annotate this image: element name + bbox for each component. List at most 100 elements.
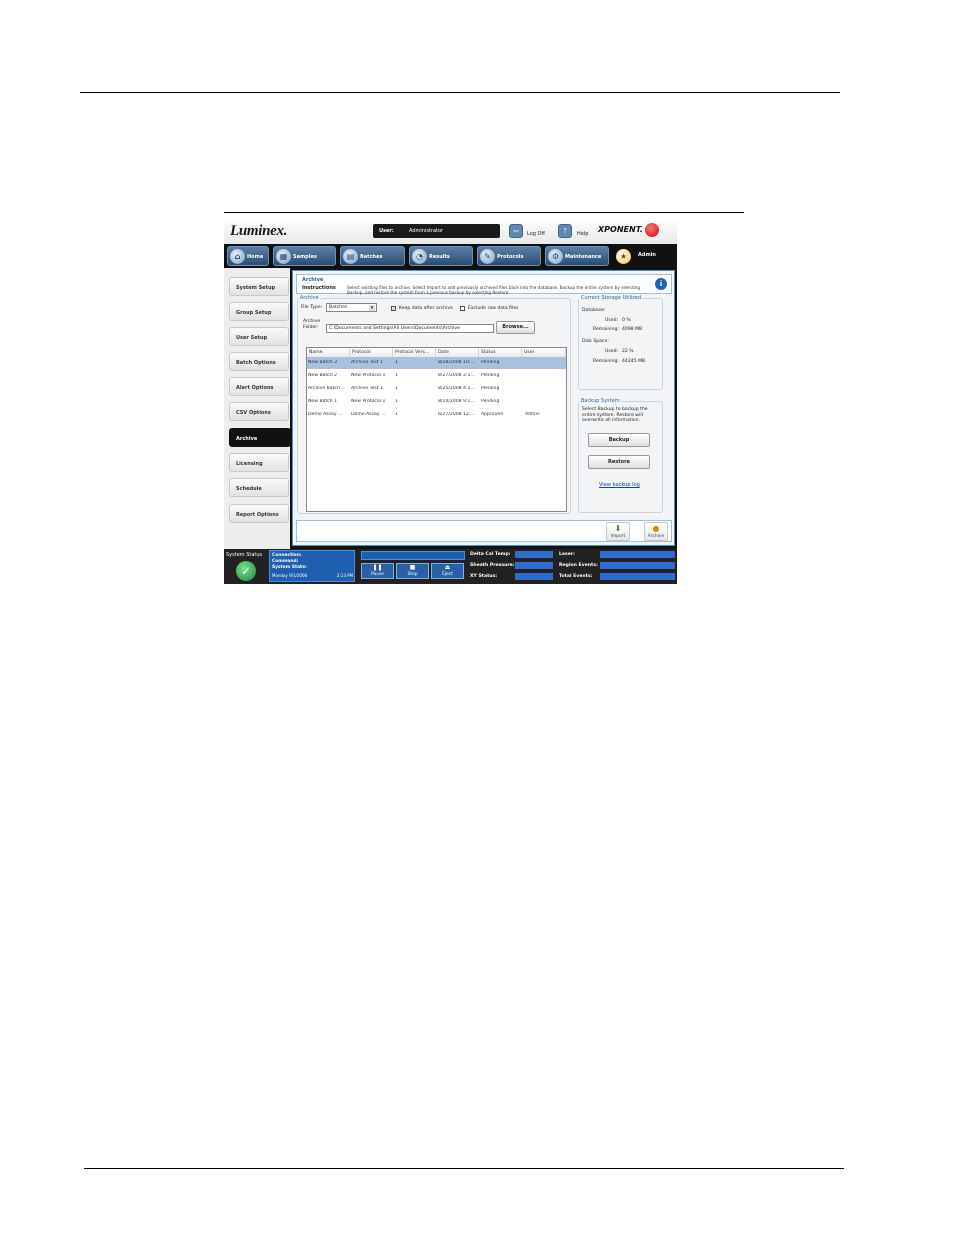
status-light-icon [645, 223, 659, 237]
table-row[interactable]: Archive Batch ... Archive Test 1 1 8/25/… [307, 383, 566, 395]
import-label: Import [610, 534, 626, 539]
import-button[interactable]: ⬇ Import [606, 522, 630, 541]
column-header-protocol[interactable]: Protocol [350, 348, 393, 357]
laser-meter [600, 551, 675, 558]
restore-button[interactable]: Restore [588, 455, 650, 469]
sidebar-item-licensing[interactable]: Licensing [229, 453, 289, 472]
sidebar-item-system-setup[interactable]: System Setup [229, 277, 289, 296]
exclude-raw-label: Exclude raw data files [468, 306, 519, 311]
status-date: Monday 9/1/2008 [272, 573, 308, 578]
sidebar-item-report-options[interactable]: Report Options [229, 504, 289, 523]
db-used-label: Used: [605, 318, 619, 323]
xponent-window: Luminex. User: Administrator ⇦ Log Off ?… [224, 220, 677, 584]
tab-results[interactable]: ◔ Results [409, 246, 473, 266]
cell-version: 1 [395, 412, 398, 417]
chevron-down-icon: ▾ [369, 305, 375, 311]
pause-label: Pause [371, 572, 384, 577]
instructions-title: Instructions [302, 285, 336, 291]
archive-table: Name Protocol Protocol Vers... Date Stat… [306, 347, 567, 512]
backup-button[interactable]: Backup [588, 433, 650, 447]
disk-remaining-label: Remaining: [593, 359, 619, 364]
tab-admin[interactable]: ★ Admin [613, 246, 675, 266]
delta-cal-temp-label: Delta Cal Temp: [470, 552, 511, 557]
archive-folder-input[interactable]: C:\Documents and Settings\All Users\Docu… [326, 324, 494, 333]
sidebar-item-csv-options[interactable]: CSV Options [229, 402, 289, 421]
cell-status: Pending [481, 399, 500, 404]
sidebar-item-schedule[interactable]: Schedule [229, 478, 289, 497]
column-header-name[interactable]: Name [307, 348, 350, 357]
keep-data-checkbox[interactable]: ✓ [391, 306, 396, 311]
main-area: Archive Instructions Select existing fil… [290, 268, 677, 549]
exclude-raw-checkbox[interactable] [460, 306, 465, 311]
table-row[interactable]: Demo Assay ... Demo Assay ... 1 6/27/200… [307, 409, 566, 421]
database-label: Database: [582, 308, 606, 313]
luminex-logo: Luminex. [230, 223, 288, 239]
column-header-date[interactable]: Date [436, 348, 479, 357]
admin-sidebar: System Setup Group Setup User Setup Batc… [224, 268, 291, 549]
keep-data-label: Keep data after archive [399, 306, 453, 311]
column-header-status[interactable]: Status [479, 348, 522, 357]
eject-button[interactable]: ⏏ Eject [431, 563, 464, 579]
xy-status-meter [515, 573, 553, 580]
table-row[interactable]: New Batch 3 Archive Test 1 1 8/28/2008 1… [307, 357, 566, 369]
tab-samples-label: Samples [293, 254, 317, 260]
logoff-button[interactable]: Log Off [527, 231, 545, 237]
sidebar-item-alert-options[interactable]: Alert Options [229, 377, 289, 396]
sidebar-item-group-setup[interactable]: Group Setup [229, 302, 289, 321]
samples-icon: ▦ [276, 249, 291, 264]
cell-name: New Batch 1 [308, 399, 338, 404]
cell-protocol: Demo Assay ... [351, 412, 386, 417]
pause-button[interactable]: ❚❚ Pause [361, 563, 394, 579]
stop-button[interactable]: ■ Stop [396, 563, 429, 579]
import-icon: ⬇ [614, 524, 622, 533]
results-icon: ◔ [412, 249, 427, 264]
archive-label: Archive [647, 534, 665, 539]
sidebar-item-user-setup[interactable]: User Setup [229, 327, 289, 346]
tab-home[interactable]: ⌂ Home [227, 246, 269, 266]
archive-icon: ● [652, 524, 660, 533]
browse-button[interactable]: Browse... [496, 321, 535, 334]
eject-label: Eject [442, 572, 453, 577]
tab-maintenance[interactable]: ⚙ Maintenance [545, 246, 609, 266]
delta-cal-temp-meter [515, 551, 553, 558]
archive-group-label: Archive [299, 295, 320, 301]
backup-group-label: Backup System [580, 398, 621, 404]
total-events-meter [600, 573, 675, 580]
column-header-user[interactable]: User [522, 348, 566, 357]
tab-samples[interactable]: ▦ Samples [273, 246, 336, 266]
cell-status: Pending [481, 373, 500, 378]
table-row[interactable]: New Batch 2 New Protocol 1 1 8/27/2008 2… [307, 370, 566, 382]
cell-version: 1 [395, 373, 398, 378]
archive-folder-value: C:\Documents and Settings\All Users\Docu… [329, 326, 460, 331]
tab-home-label: Home [247, 254, 264, 260]
cell-date: 6/27/2008 12:... [438, 412, 475, 417]
file-type-label: File Type: [301, 305, 323, 310]
view-backup-log-link[interactable]: View backup log [599, 482, 640, 488]
sidebar-item-archive[interactable]: Archive [229, 428, 291, 447]
page-bottom-rule [84, 1168, 844, 1169]
tab-batches[interactable]: ▤ Batches [340, 246, 405, 266]
system-ok-icon: ✓ [236, 561, 256, 581]
user-label: User: [379, 228, 394, 234]
table-row[interactable]: New Batch 1 New Protocol 1 1 8/24/2008 9… [307, 396, 566, 408]
section-title: Archive [302, 277, 324, 283]
protocols-icon: ✎ [480, 249, 495, 264]
user-value: Administrator [409, 228, 444, 234]
info-icon[interactable]: i [655, 278, 667, 290]
sidebar-item-batch-options[interactable]: Batch Options [229, 352, 289, 371]
cell-protocol: Archive Test 1 [351, 360, 384, 365]
tab-batches-label: Batches [360, 254, 383, 260]
eject-icon: ⏏ [444, 564, 451, 571]
instructions-box: Archive Instructions Select existing fil… [296, 274, 672, 295]
column-header-protocol-version[interactable]: Protocol Vers... [393, 348, 436, 357]
logoff-icon[interactable]: ⇦ [509, 224, 523, 238]
cell-name: Archive Batch ... [308, 386, 346, 391]
tab-protocols[interactable]: ✎ Protocols [477, 246, 541, 266]
archive-button[interactable]: ● Archive [644, 522, 668, 541]
instructions-text: Select existing files to archive. Select… [347, 285, 641, 295]
file-type-select[interactable]: Batches ▾ [326, 303, 377, 312]
status-bar: System Status ✓ Connection: Command: Sys… [224, 549, 677, 584]
help-button[interactable]: Help [577, 231, 588, 237]
help-icon[interactable]: ? [558, 224, 572, 238]
user-box: User: Administrator [373, 224, 500, 238]
